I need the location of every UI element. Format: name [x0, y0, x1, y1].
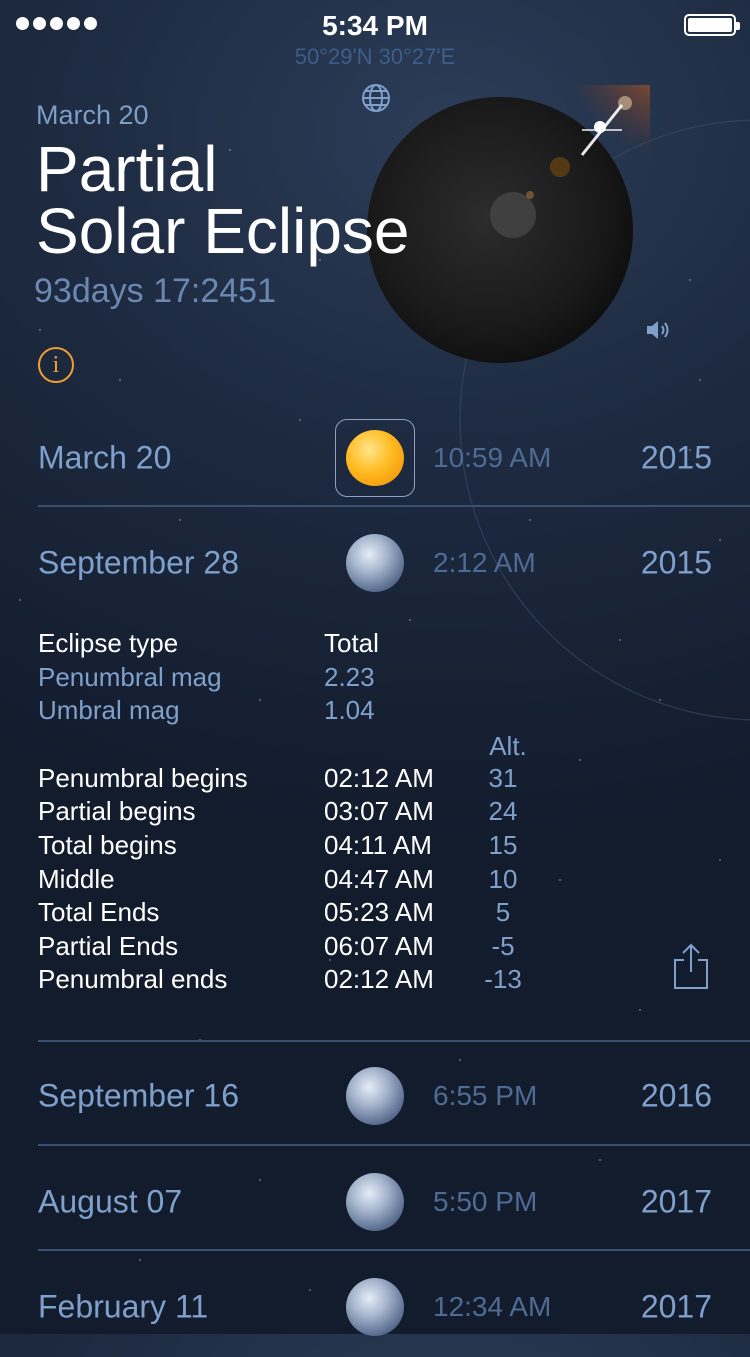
divider — [38, 1249, 750, 1251]
eclipse-time: 2:12 AM — [433, 547, 536, 578]
detail-label: Umbral mag — [38, 695, 180, 725]
status-time: 5:34 PM — [322, 10, 428, 41]
eclipse-date: September 28 — [38, 544, 240, 581]
eclipse-list-item[interactable]: August 07 5:50 PM 2017 — [0, 1152, 750, 1252]
phase-time: 04:47 AM — [324, 864, 434, 894]
phase-altitude: -13 — [484, 964, 522, 994]
eclipse-date: September 16 — [38, 1077, 240, 1114]
detail-value: 2.23 — [324, 662, 375, 692]
eclipse-title-line2: Solar Eclipse — [36, 195, 410, 267]
eclipse-time: 12:34 AM — [433, 1291, 552, 1322]
phase-time: 03:07 AM — [324, 796, 434, 826]
globe-icon[interactable] — [361, 83, 391, 113]
detail-value: Total — [324, 628, 379, 658]
phase-label: Partial Ends — [38, 931, 179, 961]
info-icon: i — [52, 352, 60, 378]
eclipse-list-item-expanded[interactable]: September 28 2:12 AM 2015 — [0, 513, 750, 613]
share-icon[interactable] — [672, 942, 710, 990]
eclipse-title-line1: Partial — [36, 133, 218, 205]
phase-altitude: 24 — [488, 796, 518, 826]
phase-label: Penumbral begins — [38, 763, 248, 793]
divider — [38, 505, 750, 507]
info-button[interactable]: i — [38, 347, 74, 383]
divider — [38, 1144, 750, 1146]
detail-value: 1.04 — [324, 695, 375, 725]
eclipse-year: 2017 — [640, 1288, 712, 1325]
phase-time: 02:12 AM — [324, 964, 434, 994]
phase-altitude: 31 — [488, 763, 518, 793]
sun-icon — [346, 430, 404, 486]
phase-altitude: 15 — [488, 830, 518, 860]
detail-label: Penumbral mag — [38, 662, 222, 692]
battery-icon — [684, 14, 740, 36]
hero-date: March 20 — [36, 100, 149, 130]
eclipse-list-item[interactable]: February 11 12:34 AM 2017 — [0, 1257, 750, 1357]
eclipse-time: 6:55 PM — [433, 1080, 538, 1111]
countdown-timer: 93days 17:2451 — [34, 272, 276, 310]
phase-time: 02:12 AM — [324, 763, 434, 793]
eclipse-year: 2016 — [640, 1077, 712, 1114]
eclipse-date: August 07 — [38, 1183, 183, 1220]
phase-label: Partial begins — [38, 796, 196, 826]
phase-label: Middle — [38, 864, 115, 894]
phase-altitude: -5 — [491, 931, 515, 961]
phase-altitude: 5 — [495, 897, 511, 927]
speaker-icon[interactable] — [645, 318, 673, 342]
eclipse-title: Partial Solar Eclipse — [36, 133, 410, 267]
eclipse-year: 2015 — [640, 544, 712, 581]
eclipse-date: February 11 — [38, 1288, 209, 1325]
phase-label: Total begins — [38, 830, 177, 860]
eclipse-time: 10:59 AM — [433, 442, 552, 473]
phase-label: Total Ends — [38, 897, 160, 927]
phase-label: Penumbral ends — [38, 964, 228, 994]
divider — [38, 1040, 750, 1042]
status-bar: 5:34 PM — [0, 0, 750, 50]
eclipse-list-item[interactable]: March 20 10:59 AM 2015 — [0, 408, 750, 508]
eclipse-time: 5:50 PM — [433, 1186, 538, 1217]
phase-time: 06:07 AM — [324, 931, 434, 961]
moon-icon — [346, 1067, 404, 1125]
eclipse-year: 2017 — [640, 1183, 712, 1220]
eclipse-year: 2015 — [640, 439, 712, 476]
location-coordinates: 50°29'N 30°27'E — [294, 44, 456, 69]
moon-icon — [346, 1173, 404, 1231]
phase-time: 05:23 AM — [324, 897, 434, 927]
moon-icon — [346, 1278, 404, 1336]
phase-time: 04:11 AM — [324, 830, 432, 860]
selected-indicator — [335, 419, 415, 497]
altitude-column-header: Alt. — [489, 731, 527, 761]
eclipse-list-item[interactable]: September 16 6:55 PM 2016 — [0, 1046, 750, 1146]
eclipse-date: March 20 — [38, 439, 172, 476]
phase-altitude: 10 — [488, 864, 518, 894]
detail-label: Eclipse type — [38, 628, 179, 658]
moon-icon — [346, 534, 404, 592]
